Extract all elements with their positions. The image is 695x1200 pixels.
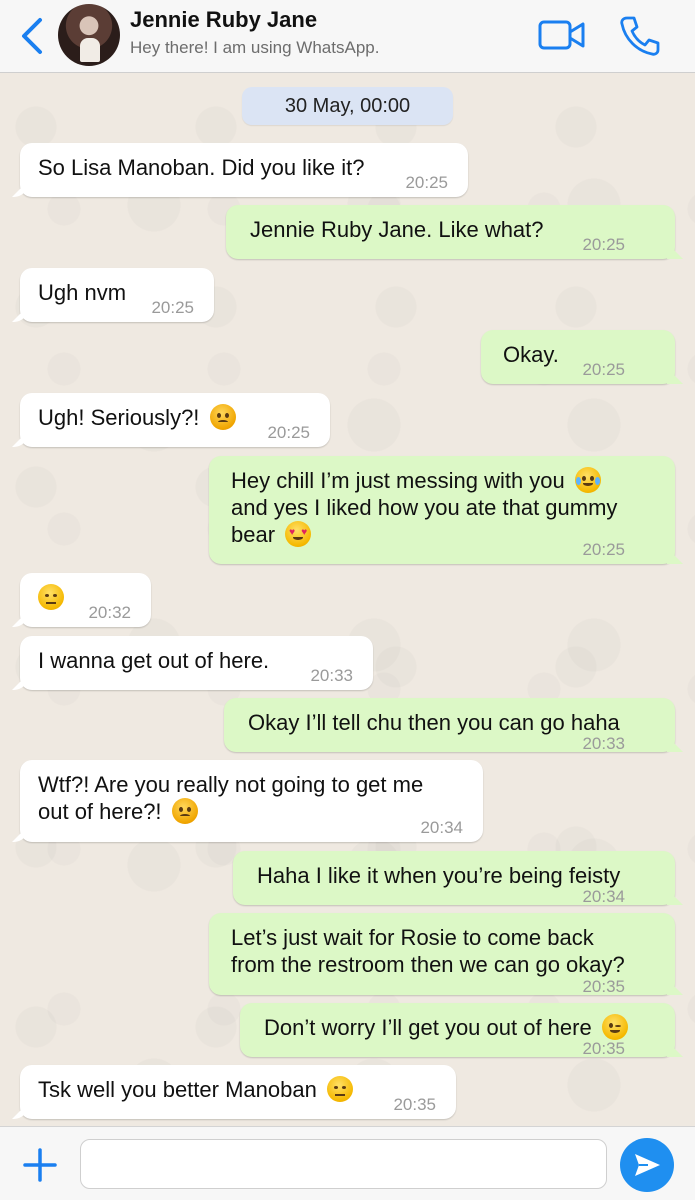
message-line: out of here?! — [38, 799, 162, 824]
unamused-face-emoji — [326, 1076, 353, 1102]
message-time: 20:25 — [405, 173, 448, 192]
message-incoming[interactable]: Wtf?! Are you really not going to get me… — [20, 760, 483, 842]
message-text-block: Let’s just wait for Rosie to come back f… — [231, 924, 625, 978]
message-line: bear — [231, 522, 276, 547]
message-text: Okay I’ll tell chu then you can go haha — [248, 710, 620, 735]
angry-face-emoji — [171, 798, 198, 824]
heart-eyes-emoji: ♥ ♥ — [285, 521, 312, 547]
send-button[interactable] — [620, 1138, 674, 1192]
contact-name[interactable]: Jennie Ruby Jane — [130, 7, 317, 33]
message-line: Wtf?! Are you really not going to get me — [38, 772, 424, 797]
message-line: from the restroom then we can go okay? — [231, 952, 625, 977]
message-text-block: Hey chill I’m just messing with you and … — [231, 467, 617, 548]
message-time: 20:25 — [582, 540, 625, 559]
message-incoming[interactable]: I wanna get out of here. 20:33 — [20, 636, 373, 690]
message-input[interactable] — [80, 1139, 607, 1189]
message-text-row: Don’t worry I’ll get you out of here — [264, 1014, 628, 1041]
message-outgoing[interactable]: Jennie Ruby Jane. Like what? 20:25 — [226, 205, 675, 259]
message-time: 20:35 — [393, 1095, 436, 1114]
composer-bar — [0, 1126, 695, 1200]
message-time: 20:33 — [582, 734, 625, 753]
avatar[interactable] — [58, 4, 120, 66]
attach-button[interactable] — [22, 1147, 58, 1183]
message-incoming[interactable]: Ugh! Seriously?! 20:25 — [20, 393, 330, 447]
back-chevron-icon — [22, 18, 42, 54]
message-text-row: Tsk well you better Manoban — [38, 1076, 353, 1103]
message-text: Haha I like it when you’re being feisty — [257, 863, 621, 888]
message-text: Okay. — [503, 342, 559, 367]
message-time: 20:32 — [88, 603, 131, 622]
message-text-row: Ugh! Seriously?! — [38, 404, 236, 431]
chat-area[interactable]: 30 May, 00:00 So Lisa Manoban. Did you l… — [0, 73, 695, 1126]
message-time: 20:34 — [582, 887, 625, 906]
message-line: Let’s just wait for Rosie to come back — [231, 925, 594, 950]
message-line: and yes I liked how you ate that gummy — [231, 495, 618, 520]
voice-call-button[interactable] — [618, 14, 662, 58]
message-line: Hey chill I’m just messing with you — [231, 468, 565, 493]
message-time: 20:25 — [267, 423, 310, 442]
angry-face-emoji — [209, 404, 236, 430]
message-time: 20:25 — [151, 298, 194, 317]
message-text: Ugh! Seriously?! — [38, 405, 200, 430]
message-outgoing[interactable]: Okay. 20:25 — [481, 330, 675, 384]
message-text: Jennie Ruby Jane. Like what? — [250, 217, 544, 242]
message-outgoing[interactable]: Okay I’ll tell chu then you can go haha … — [224, 698, 675, 753]
chat-header: Jennie Ruby Jane Hey there! I am using W… — [0, 0, 695, 73]
message-time: 20:25 — [582, 235, 625, 254]
video-call-button[interactable] — [538, 18, 586, 54]
phone-icon — [620, 16, 660, 56]
message-time: 20:33 — [310, 666, 353, 685]
message-incoming[interactable]: Ugh nvm 20:25 — [20, 268, 214, 322]
message-text: I wanna get out of here. — [38, 648, 270, 673]
message-time: 20:35 — [582, 977, 625, 996]
message-outgoing[interactable]: Don’t worry I’ll get you out of here 20:… — [240, 1003, 675, 1058]
message-time: 20:25 — [582, 360, 625, 379]
message-incoming[interactable]: Tsk well you better Manoban 20:35 — [20, 1065, 456, 1119]
message-text-row — [38, 584, 64, 611]
message-text: So Lisa Manoban. Did you like it? — [38, 155, 365, 180]
unamused-face-emoji — [38, 584, 64, 610]
message-text: Tsk well you better Manoban — [38, 1077, 317, 1102]
video-call-icon — [538, 20, 585, 50]
back-button[interactable] — [16, 16, 46, 56]
message-text: Ugh nvm — [38, 280, 127, 305]
message-time: 20:35 — [582, 1039, 625, 1058]
message-text-block: Wtf?! Are you really not going to get me… — [38, 771, 423, 825]
send-icon — [635, 1154, 660, 1176]
date-divider: 30 May, 00:00 — [242, 87, 453, 125]
message-outgoing[interactable]: Hey chill I’m just messing with you and … — [209, 456, 675, 564]
tears-of-joy-emoji — [574, 467, 601, 493]
contact-status: Hey there! I am using WhatsApp. — [130, 38, 380, 57]
winking-face-emoji — [601, 1014, 628, 1040]
message-outgoing[interactable]: Haha I like it when you’re being feisty … — [233, 851, 675, 906]
message-outgoing[interactable]: Let’s just wait for Rosie to come back f… — [209, 913, 675, 996]
message-incoming[interactable]: 20:32 — [20, 573, 151, 627]
message-time: 20:34 — [420, 818, 463, 837]
message-text: Don’t worry I’ll get you out of here — [264, 1015, 592, 1040]
plus-icon — [23, 1148, 57, 1182]
message-incoming[interactable]: So Lisa Manoban. Did you like it? 20:25 — [20, 143, 468, 197]
